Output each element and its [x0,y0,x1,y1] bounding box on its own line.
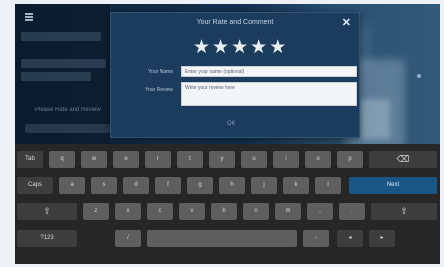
key-n[interactable]: n [243,203,269,220]
shift-key-right[interactable]: ⇧ [371,203,437,220]
key-hyphen[interactable]: - [303,230,329,247]
key-f[interactable]: f [155,177,181,194]
star-icon[interactable]: ★ [193,38,210,57]
background-panel [15,4,110,144]
key-v[interactable]: v [179,203,205,220]
close-icon[interactable]: ✕ [342,16,351,29]
rate-comment-dialog: Your Rate and Comment ✕ ★ ★ ★ ★ ★ Your N… [110,12,360,138]
ok-button[interactable]: OK [227,121,236,127]
key-k[interactable]: k [283,177,309,194]
backspace-key[interactable]: ⌫ [369,151,437,168]
key-y[interactable]: y [209,151,235,168]
key-z[interactable]: z [83,203,109,220]
key-q[interactable]: q [49,151,75,168]
next-button[interactable]: Next [349,177,437,194]
key-w[interactable]: w [81,151,107,168]
name-input[interactable]: Enter your name (optional) [181,66,357,77]
key-comma[interactable]: , [307,203,333,220]
symbols-key[interactable]: ?123 [17,230,77,247]
key-c[interactable]: c [147,203,173,220]
dialog-title: Your Rate and Comment [196,19,274,26]
key-tab[interactable]: Tab [17,151,43,168]
key-r[interactable]: r [145,151,171,168]
arrow-right-key[interactable]: ▸ [369,230,395,247]
star-icon[interactable]: ★ [231,38,248,57]
space-key[interactable] [147,230,297,247]
key-s[interactable]: s [91,177,117,194]
key-i[interactable]: i [273,151,299,168]
key-h[interactable]: h [219,177,245,194]
key-j[interactable]: j [251,177,277,194]
background-row [21,59,106,68]
key-a[interactable]: a [59,177,85,194]
key-t[interactable]: t [177,151,203,168]
key-d[interactable]: d [123,177,149,194]
arrow-left-key[interactable]: ◂ [337,230,363,247]
star-icon[interactable]: ★ [250,38,267,57]
key-x[interactable]: x [115,203,141,220]
map-marker-icon [417,74,421,78]
key-g[interactable]: g [187,177,213,194]
key-e[interactable]: e [113,151,139,168]
key-u[interactable]: u [241,151,267,168]
key-slash[interactable]: / [115,230,141,247]
key-l[interactable]: l [315,177,341,194]
shift-key-left[interactable]: ⇧ [17,203,77,220]
map-land-area [360,99,390,139]
star-icon[interactable]: ★ [269,38,286,57]
background-row [21,32,101,41]
star-rating[interactable]: ★ ★ ★ ★ ★ [193,38,286,57]
key-b[interactable]: b [211,203,237,220]
key-m[interactable]: m [275,203,301,220]
key-period[interactable]: . [339,203,365,220]
onscreen-keyboard: Tab q w e r t y u i o p ⌫ Caps a s d f g… [15,144,440,264]
comment-input[interactable]: Write your review here [181,82,357,106]
star-icon[interactable]: ★ [212,38,229,57]
menu-icon [25,13,33,15]
app-screen: Please Rate and Review Your Rate and Com… [15,4,440,264]
name-label: Your Name [148,69,173,75]
key-p[interactable]: p [337,151,363,168]
key-caps[interactable]: Caps [17,177,53,194]
comment-label: Your Review [145,87,173,93]
background-row [21,72,91,81]
key-o[interactable]: o [305,151,331,168]
